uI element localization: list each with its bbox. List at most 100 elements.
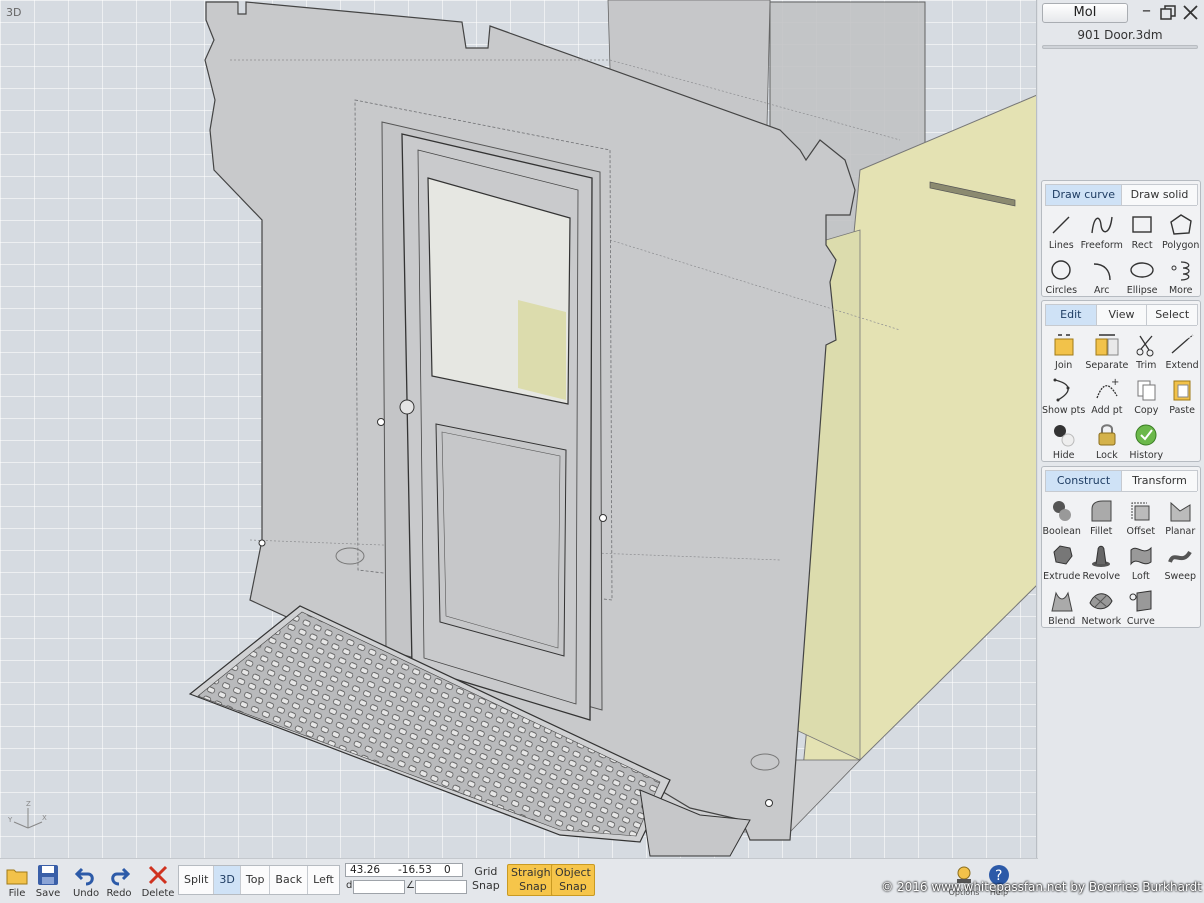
more-curves-icon	[1171, 261, 1190, 281]
loft-tool[interactable]: Loft	[1121, 539, 1160, 584]
angle-input[interactable]	[415, 880, 467, 894]
sweep-tool[interactable]: Sweep	[1161, 539, 1200, 584]
tab-edit[interactable]: Edit	[1045, 304, 1097, 325]
delete-button[interactable]: Delete	[141, 863, 175, 903]
left-view-button[interactable]: Left	[308, 866, 339, 894]
redo-button[interactable]: Redo	[102, 863, 136, 903]
axis-y-label: Y	[8, 816, 13, 824]
polygon-tool[interactable]: Polygon	[1161, 208, 1200, 253]
arc-label: Arc	[1094, 285, 1110, 296]
show-pts-tool[interactable]: Show pts	[1042, 373, 1085, 418]
extend-icon	[1171, 334, 1194, 354]
circles-label: Circles	[1045, 285, 1078, 296]
offset-label: Offset	[1126, 526, 1156, 537]
fillet-tool[interactable]: Fillet	[1081, 494, 1121, 539]
split-view-button[interactable]: Split	[179, 866, 215, 894]
add-pt-label: Add pt	[1091, 405, 1123, 416]
grid-snap-line1: Grid	[474, 865, 498, 878]
planar-tool[interactable]: Planar	[1161, 494, 1200, 539]
extend-tool[interactable]: Extend	[1164, 328, 1200, 373]
rect-label: Rect	[1131, 240, 1153, 251]
angle-label: ∠	[406, 880, 415, 891]
trim-tool[interactable]: Trim	[1128, 328, 1164, 373]
extrude-tool[interactable]: Extrude	[1042, 539, 1081, 584]
hide-tool[interactable]: Hide	[1042, 418, 1085, 463]
history-tool[interactable]: History	[1128, 418, 1164, 463]
distance-label: d	[346, 880, 353, 891]
extend-label: Extend	[1165, 360, 1199, 371]
redo-label: Redo	[106, 888, 132, 899]
ellipse-tool[interactable]: Ellipse	[1123, 253, 1162, 298]
network-icon	[1089, 593, 1113, 610]
ellipse-label: Ellipse	[1126, 285, 1158, 296]
circle-icon	[1051, 260, 1071, 280]
tab-draw-solid[interactable]: Draw solid	[1121, 184, 1198, 205]
tab-select[interactable]: Select	[1146, 304, 1199, 325]
copy-tool[interactable]: Copy	[1128, 373, 1164, 418]
undo-label: Undo	[72, 888, 100, 899]
tab-transform[interactable]: Transform	[1121, 470, 1198, 491]
history-icon	[1135, 424, 1157, 446]
top-view-button[interactable]: Top	[241, 866, 271, 894]
grid-snap-toggle[interactable]: Grid Snap	[472, 865, 500, 893]
coord-y: -16.53	[398, 864, 432, 876]
construct-pane: Construct Transform Boolean Fillet Offse…	[1041, 466, 1201, 628]
view-switcher: Split 3D Top Back Left	[178, 865, 340, 895]
undo-button[interactable]: Undo	[69, 863, 103, 903]
draw-pane: Draw curve Draw solid Lines Freeform Rec…	[1041, 180, 1201, 297]
file-button[interactable]: File	[0, 863, 34, 903]
close-icon[interactable]	[1182, 4, 1199, 21]
coord-x: 43.26	[350, 864, 381, 876]
separate-tool[interactable]: Separate	[1085, 328, 1128, 373]
more-curves-tool[interactable]: More	[1161, 253, 1200, 298]
3d-viewport[interactable]: 3D Z Y X	[0, 0, 1037, 858]
revolve-tool[interactable]: Revolve	[1081, 539, 1121, 584]
freeform-tool[interactable]: Freeform	[1081, 208, 1123, 253]
blend-icon	[1051, 591, 1073, 612]
draw-tabs: Draw curve Draw solid	[1045, 184, 1198, 206]
curve-tool[interactable]: Curve	[1121, 584, 1160, 629]
planar-icon	[1170, 501, 1191, 522]
curve-label: Curve	[1126, 616, 1155, 627]
minimize-icon[interactable]: –	[1142, 2, 1151, 20]
polygon-label: Polygon	[1162, 240, 1200, 251]
boolean-icon	[1052, 501, 1071, 521]
lines-tool[interactable]: Lines	[1042, 208, 1081, 253]
rect-tool[interactable]: Rect	[1123, 208, 1162, 253]
3d-view-button[interactable]: 3D	[214, 866, 241, 894]
tab-draw-curve[interactable]: Draw curve	[1045, 184, 1122, 205]
show-points-icon	[1053, 378, 1070, 402]
add-pt-tool[interactable]: + Add pt	[1085, 373, 1128, 418]
paste-icon	[1173, 380, 1191, 401]
sweep-label: Sweep	[1164, 571, 1197, 582]
loft-icon	[1130, 546, 1152, 566]
command-palette: MoI – 901 Door.3dm Draw curve Draw solid…	[1038, 0, 1204, 903]
moi-menu-button[interactable]: MoI	[1042, 3, 1128, 23]
restore-icon[interactable]	[1160, 5, 1176, 21]
tab-view[interactable]: View	[1095, 304, 1148, 325]
circles-tool[interactable]: Circles	[1042, 253, 1081, 298]
object-snap-line1: Object	[555, 866, 591, 879]
freeform-label: Freeform	[1080, 240, 1123, 251]
join-label: Join	[1055, 360, 1073, 371]
boolean-tool[interactable]: Boolean	[1042, 494, 1081, 539]
join-tool[interactable]: Join	[1042, 328, 1085, 373]
copy-label: Copy	[1134, 405, 1159, 416]
save-button[interactable]: Save	[31, 863, 65, 903]
tab-construct[interactable]: Construct	[1045, 470, 1122, 491]
add-point-icon: +	[1096, 377, 1119, 399]
blend-tool[interactable]: Blend	[1042, 584, 1081, 629]
lock-label: Lock	[1096, 450, 1118, 461]
grid-snap-line2: Snap	[472, 879, 500, 892]
paste-tool[interactable]: Paste	[1164, 373, 1200, 418]
edit-pane: Edit View Select Join Separate Trim Exte…	[1041, 300, 1201, 462]
back-view-button[interactable]: Back	[270, 866, 309, 894]
arc-tool[interactable]: Arc	[1081, 253, 1123, 298]
coordinate-readout: 43.26 -16.53 0 d ∠	[345, 863, 467, 897]
distance-input[interactable]	[353, 880, 405, 894]
network-tool[interactable]: Network	[1081, 584, 1121, 629]
offset-tool[interactable]: Offset	[1121, 494, 1160, 539]
lock-tool[interactable]: Lock	[1085, 418, 1128, 463]
object-snap-toggle[interactable]: Object Snap	[551, 864, 595, 896]
fillet-label: Fillet	[1090, 526, 1113, 537]
